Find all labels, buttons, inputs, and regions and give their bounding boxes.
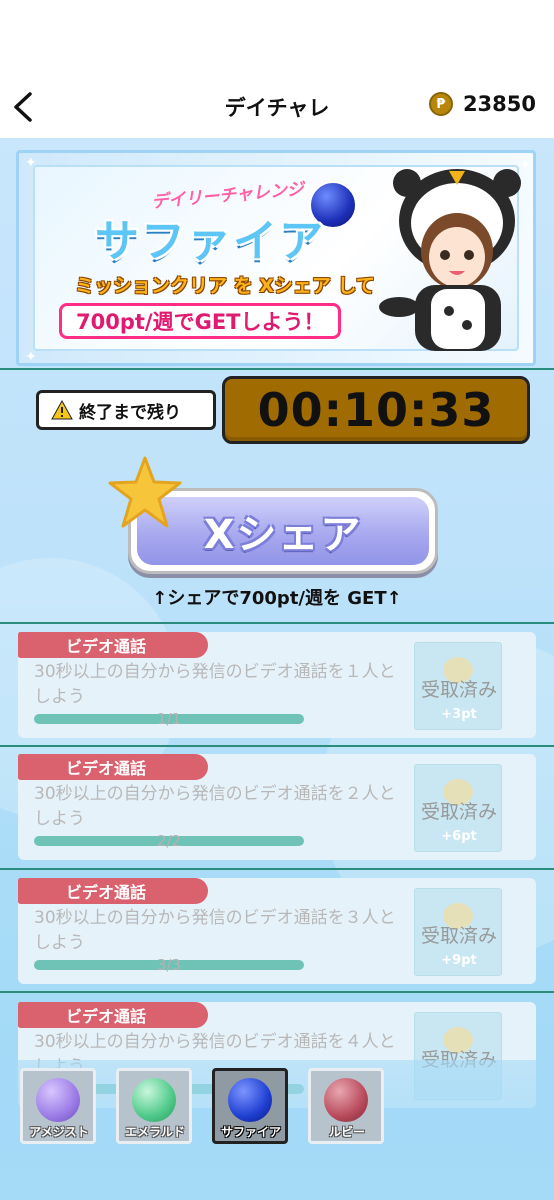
tab-sapphire[interactable]: サファイア [212, 1068, 288, 1144]
tab-emerald[interactable]: エメラルド [116, 1068, 192, 1144]
challenge-banner: ✦ ✦ ✦ デイリーチャレンジ サファイア ミッションクリア を Xシェア して… [16, 150, 536, 366]
mission-description: 30秒以上の自分から発信のビデオ通話を２人としよう [34, 784, 396, 829]
mission-progress-count: 1/1 [156, 710, 182, 728]
timer-label: 終了まで残り [36, 390, 216, 430]
divider [0, 745, 554, 747]
tab-label: サファイア [220, 1125, 281, 1139]
gem-tab-bar: アメジスト エメラルド サファイア ルビー [0, 1060, 554, 1200]
reward-points: +3pt [441, 707, 477, 722]
tab-amethyst[interactable]: アメジスト [20, 1068, 96, 1144]
mission-item: ビデオ通話 30秒以上の自分から発信のビデオ通話を２人としよう 2/2 受取済み… [18, 754, 536, 860]
sparkle-icon: ✦ [25, 349, 37, 365]
mission-category-tag: ビデオ通話 [18, 632, 208, 658]
divider [0, 622, 554, 624]
coin-icon: ₱ [428, 92, 453, 116]
claim-reward-button[interactable]: 受取済み +3pt [414, 642, 502, 730]
banner-title: サファイア [95, 216, 325, 267]
coin-amount: 23850 [462, 92, 536, 116]
sapphire-gem-icon [228, 1078, 272, 1122]
claim-status: 受取済み [420, 925, 497, 947]
mission-category-tag: ビデオ通話 [18, 878, 208, 904]
mission-category-tag: ビデオ通話 [18, 1002, 208, 1028]
claim-reward-button[interactable]: 受取済み +6pt [414, 764, 502, 852]
reward-points: +9pt [441, 953, 477, 968]
claim-status: 受取済み [420, 801, 497, 823]
emerald-gem-icon [132, 1078, 176, 1122]
mission-progress-count: 2/2 [156, 832, 182, 850]
mission-item: ビデオ通話 30秒以上の自分から発信のビデオ通話を３人としよう 3/3 受取済み… [18, 878, 536, 984]
tab-label: エメラルド [124, 1125, 185, 1139]
reward-points: +6pt [441, 829, 477, 844]
ruby-gem-icon [324, 1078, 368, 1122]
claim-reward-button[interactable]: 受取済み +9pt [414, 888, 502, 976]
mission-description: 30秒以上の自分から発信のビデオ通話を１人としよう [34, 662, 396, 707]
coin-balance: ₱ 23850 [428, 92, 536, 116]
divider [0, 368, 554, 370]
tab-label: ルビー [328, 1125, 365, 1139]
amethyst-gem-icon [36, 1078, 80, 1122]
banner-line2: 700pt/週でGETしよう！ [59, 303, 342, 339]
countdown-timer: 00:10:33 [222, 376, 530, 444]
banner-line1: ミッションクリア を Xシェア して [75, 275, 375, 297]
claim-status: 受取済み [420, 679, 497, 701]
sparkle-icon: ✦ [25, 155, 37, 171]
warning-icon [51, 400, 73, 420]
timer-label-text: 終了まで残り [79, 402, 181, 423]
tab-label: アメジスト [29, 1125, 89, 1139]
star-icon [108, 456, 182, 528]
divider [0, 991, 554, 993]
tab-ruby[interactable]: ルビー [308, 1068, 384, 1144]
mission-item: ビデオ通話 30秒以上の自分から発信のビデオ通話を１人としよう 1/1 受取済み… [18, 632, 536, 738]
main-content[interactable]: ✦ ✦ ✦ デイリーチャレンジ サファイア ミッションクリア を Xシェア して… [0, 138, 554, 1200]
mascot-character-illustration [379, 169, 521, 351]
mission-progress-count: 3/3 [156, 956, 182, 974]
share-note: ↑シェアで700pt/週を GET↑ [152, 588, 402, 609]
mission-description: 30秒以上の自分から発信のビデオ通話を３人としよう [34, 908, 396, 953]
mission-category-tag: ビデオ通話 [18, 754, 208, 780]
divider [0, 868, 554, 870]
app-header: デイチャレ ₱ 23850 [0, 0, 554, 138]
